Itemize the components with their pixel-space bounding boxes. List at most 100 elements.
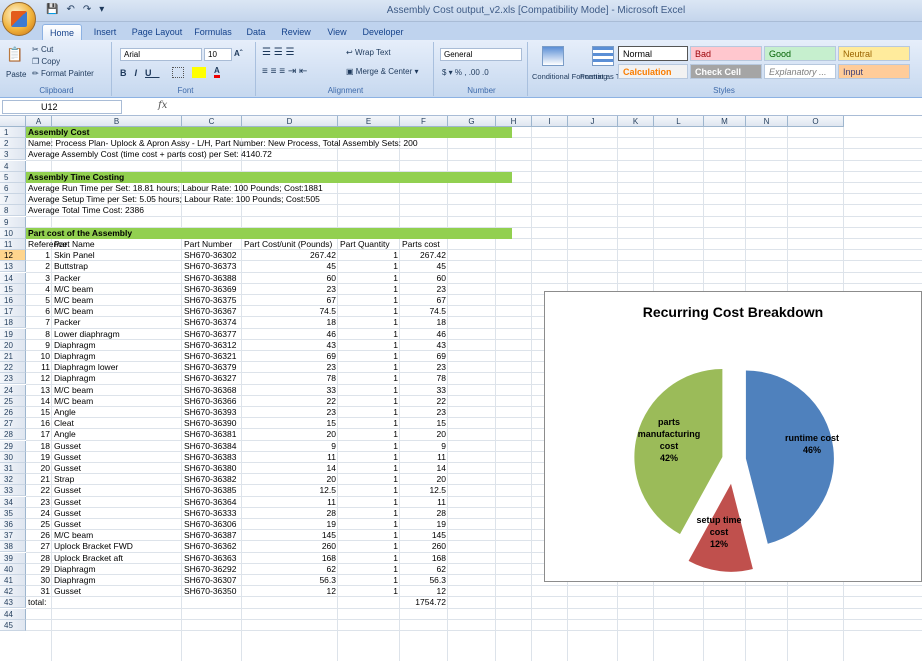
row-header[interactable]: 15	[0, 283, 26, 295]
row-header[interactable]: 3	[0, 149, 26, 161]
row-header[interactable]: 6	[0, 183, 26, 194]
row-header[interactable]: 21	[0, 351, 26, 362]
row-header[interactable]: 43	[0, 597, 26, 609]
wrap-text-button[interactable]: ↩ Wrap Text	[346, 48, 391, 57]
grow-font-icon[interactable]: Aˆ	[234, 49, 242, 58]
row-header[interactable]: 36	[0, 519, 26, 530]
format-table-icon[interactable]	[592, 46, 614, 66]
paste-button[interactable]: Paste	[6, 70, 26, 79]
font-size-select[interactable]: 10	[204, 48, 232, 61]
row-header[interactable]: 20	[0, 339, 26, 351]
row-header[interactable]: 18	[0, 317, 26, 329]
column-header-l[interactable]: L	[654, 116, 704, 127]
horizontal-align-icons[interactable]: ≡ ≡ ≡ ⇥ ⇤	[262, 66, 307, 77]
tab-page-layout[interactable]: Page Layout	[128, 24, 186, 40]
insert-function-icon[interactable]: fx	[158, 100, 167, 111]
row-header[interactable]: 10	[0, 227, 26, 239]
column-header-f[interactable]: F	[400, 116, 448, 127]
name-box[interactable]: U12	[2, 100, 122, 114]
fill-color-icon[interactable]	[192, 67, 206, 78]
style-bad[interactable]: Bad	[690, 46, 762, 61]
column-header-i[interactable]: I	[532, 116, 568, 127]
row-header[interactable]: 41	[0, 575, 26, 586]
row-header[interactable]: 5	[0, 171, 26, 183]
row-header[interactable]: 2	[0, 138, 26, 150]
row-header[interactable]: 27	[0, 418, 26, 430]
column-header-d[interactable]: D	[242, 116, 338, 127]
row-header[interactable]: 19	[0, 328, 26, 340]
cut-button[interactable]: ✂ Cut	[32, 45, 53, 54]
row-header[interactable]: 40	[0, 563, 26, 575]
tab-view[interactable]: View	[322, 24, 352, 40]
row-header[interactable]: 39	[0, 552, 26, 564]
column-header-e[interactable]: E	[338, 116, 400, 127]
vertical-align-icons[interactable]: ☰ ☰ ☰	[262, 47, 294, 58]
row-header[interactable]: 45	[0, 619, 26, 631]
row-header[interactable]: 33	[0, 485, 26, 497]
row-header[interactable]: 38	[0, 541, 26, 553]
row-header[interactable]: 34	[0, 496, 26, 508]
row-header[interactable]: 37	[0, 530, 26, 542]
copy-button[interactable]: ❐ Copy	[32, 57, 60, 66]
row-header[interactable]: 12	[0, 250, 26, 262]
column-header-h[interactable]: H	[496, 116, 532, 127]
font-family-select[interactable]: Arial	[120, 48, 202, 61]
column-header-m[interactable]: M	[704, 116, 746, 127]
row-header[interactable]: 4	[0, 160, 26, 172]
style-explanatory[interactable]: Explanatory ...	[764, 64, 836, 79]
number-format-select[interactable]: General	[440, 48, 522, 61]
number-format-icons[interactable]: $ ▾ % , .00 .0	[442, 68, 489, 77]
row-header[interactable]: 35	[0, 507, 26, 519]
row-header[interactable]: 24	[0, 384, 26, 396]
tab-developer[interactable]: Developer	[358, 24, 408, 40]
style-normal[interactable]: Normal	[618, 46, 688, 61]
row-header[interactable]: 25	[0, 395, 26, 407]
column-header-o[interactable]: O	[788, 116, 844, 127]
bold-italic-underline-buttons[interactable]: BIU	[120, 68, 160, 78]
merge-center-button[interactable]: ▣ Merge & Center ▾	[346, 67, 419, 76]
tab-insert[interactable]: Insert	[88, 24, 122, 40]
tab-home[interactable]: Home	[42, 24, 82, 40]
office-button[interactable]	[2, 2, 36, 36]
conditional-format-icon[interactable]	[542, 46, 564, 66]
format-painter-button[interactable]: ✏ Format Painter	[32, 69, 94, 78]
row-header[interactable]: 11	[0, 239, 26, 250]
column-header-b[interactable]: B	[52, 116, 182, 127]
style-good[interactable]: Good	[764, 46, 836, 61]
row-header[interactable]: 7	[0, 194, 26, 206]
style-neutral[interactable]: Neutral	[838, 46, 910, 61]
row-header[interactable]: 44	[0, 608, 26, 620]
paste-icon[interactable]: 📋	[6, 46, 23, 63]
row-header[interactable]: 29	[0, 440, 26, 452]
style-check-cell[interactable]: Check Cell	[690, 64, 762, 79]
row-header[interactable]: 42	[0, 586, 26, 598]
row-header[interactable]: 8	[0, 205, 26, 217]
borders-icon[interactable]	[172, 67, 184, 78]
tab-review[interactable]: Review	[276, 24, 316, 40]
row-header[interactable]: 17	[0, 306, 26, 318]
row-header[interactable]: 26	[0, 407, 26, 418]
row-header[interactable]: 16	[0, 295, 26, 306]
column-header-k[interactable]: K	[618, 116, 654, 127]
row-header[interactable]: 28	[0, 429, 26, 441]
row-header[interactable]: 9	[0, 216, 26, 228]
style-input[interactable]: Input	[838, 64, 910, 79]
pie-slice-runtime-cost[interactable]	[745, 370, 834, 544]
pie-chart[interactable]: Recurring Cost Breakdown runtime cost 46%…	[544, 291, 922, 582]
column-header-g[interactable]: G	[448, 116, 496, 127]
column-header-c[interactable]: C	[182, 116, 242, 127]
row-header[interactable]: 32	[0, 474, 26, 486]
row-header[interactable]: 31	[0, 463, 26, 474]
tab-data[interactable]: Data	[242, 24, 270, 40]
select-all-corner[interactable]	[0, 116, 26, 127]
row-header[interactable]: 22	[0, 362, 26, 374]
font-color-icon[interactable]: A	[214, 66, 220, 78]
column-header-n[interactable]: N	[746, 116, 788, 127]
column-header-j[interactable]: J	[568, 116, 618, 127]
column-header-a[interactable]: A	[26, 116, 52, 127]
row-header[interactable]: 30	[0, 451, 26, 463]
tab-formulas[interactable]: Formulas	[190, 24, 236, 40]
row-header[interactable]: 1	[0, 127, 26, 138]
style-calculation[interactable]: Calculation	[618, 64, 688, 79]
row-header[interactable]: 23	[0, 373, 26, 385]
